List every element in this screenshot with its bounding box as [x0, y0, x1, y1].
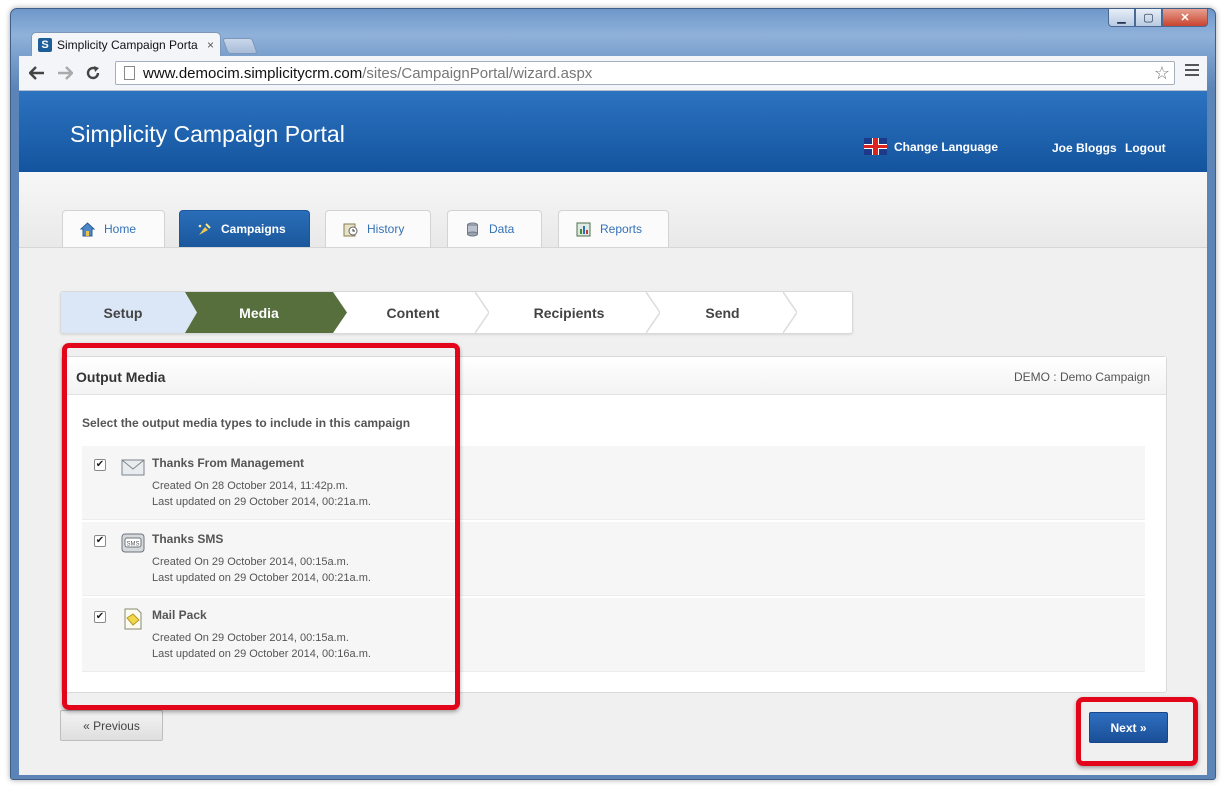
uk-flag-icon: [864, 138, 887, 155]
media-updated: Last updated on 29 October 2014, 00:21a.…: [152, 572, 371, 584]
svg-text:SMS: SMS: [126, 542, 139, 548]
close-window-button[interactable]: ✕: [1162, 9, 1208, 27]
tab-data[interactable]: Data: [447, 210, 542, 247]
browser-menu-icon[interactable]: [1185, 64, 1199, 78]
media-name[interactable]: Mail Pack: [152, 608, 207, 622]
tab-data-label: Data: [489, 222, 515, 236]
tab-reports[interactable]: Reports: [558, 210, 669, 247]
url-path: /sites/CampaignPortal/wizard.aspx: [362, 64, 593, 82]
list-item: ✔ Thanks From Management Created On 28 O…: [82, 446, 1145, 520]
tab-home[interactable]: Home: [62, 210, 165, 247]
change-language-link[interactable]: Change Language: [864, 138, 998, 155]
browser-toolbar: www.democim.simplicitycrm.com/sites/Camp…: [19, 56, 1207, 91]
media-created: Created On 28 October 2014, 11:42p.m.: [152, 480, 349, 492]
user-name-link[interactable]: Joe Bloggs: [1052, 141, 1117, 155]
tab-home-label: Home: [104, 222, 137, 236]
address-bar[interactable]: www.democim.simplicitycrm.com/sites/Camp…: [115, 61, 1175, 85]
page-icon: [124, 66, 135, 80]
maximize-button[interactable]: ▢: [1135, 9, 1162, 27]
browser-tab[interactable]: S Simplicity Campaign Porta ×: [31, 32, 221, 56]
step-media-point: [333, 292, 347, 333]
media-updated: Last updated on 29 October 2014, 00:21a.…: [152, 496, 371, 508]
database-icon: [467, 222, 478, 236]
mail-pack-icon: [124, 608, 142, 630]
wizard-steps: Setup Media Content Recipients Send: [60, 291, 853, 334]
campaign-name: DEMO : Demo Campaign: [1013, 370, 1150, 384]
minimize-button[interactable]: ▁: [1108, 9, 1135, 27]
previous-button[interactable]: « Previous: [60, 710, 163, 741]
reload-icon[interactable]: [81, 62, 105, 84]
list-item: ✔ SMS Thanks SMS Created On 29 October 2…: [82, 522, 1145, 596]
step-media-left-notch: [181, 292, 197, 333]
tab-history-label: History: [367, 222, 405, 236]
media-name[interactable]: Thanks From Management: [152, 456, 304, 470]
media-created: Created On 29 October 2014, 00:15a.m.: [152, 632, 349, 644]
change-language-label: Change Language: [894, 139, 999, 154]
email-icon: [121, 459, 145, 476]
campaigns-icon: [198, 222, 211, 235]
history-icon: [343, 223, 358, 236]
media-checkbox[interactable]: ✔: [94, 611, 106, 623]
instruction-text: Select the output media types to include…: [82, 416, 411, 430]
media-checkbox[interactable]: ✔: [94, 535, 106, 547]
home-icon: [79, 221, 96, 236]
back-arrow-icon[interactable]: [25, 62, 49, 84]
step-send[interactable]: Send: [660, 292, 785, 333]
tab-campaigns[interactable]: Campaigns: [179, 210, 310, 247]
new-tab-button[interactable]: [222, 38, 258, 54]
step-media-label: Media: [239, 304, 279, 321]
media-name[interactable]: Thanks SMS: [152, 532, 223, 546]
panel-title: Output Media: [76, 369, 166, 385]
favicon-icon: S: [38, 37, 52, 52]
media-checkbox[interactable]: ✔: [94, 459, 106, 471]
step-separator-chevron: [783, 292, 797, 333]
sms-icon: SMS: [121, 533, 145, 553]
next-button[interactable]: Next »: [1089, 712, 1168, 743]
window-controls: ▁ ▢ ✕: [1108, 9, 1208, 27]
step-separator-chevron: [646, 292, 660, 333]
forward-arrow-icon[interactable]: [53, 62, 77, 84]
step-content[interactable]: Content: [347, 292, 479, 333]
step-separator-chevron: [475, 292, 489, 333]
tab-history[interactable]: History: [325, 210, 431, 247]
reports-icon: [576, 222, 591, 236]
portal-banner: Simplicity Campaign Portal Change Langua…: [19, 91, 1207, 172]
browser-window: ▁ ▢ ✕ S Simplicity Campaign Porta × www.…: [10, 8, 1216, 780]
browser-tab-title: Simplicity Campaign Porta: [57, 37, 198, 52]
step-media[interactable]: Media: [185, 292, 333, 333]
step-send-label: Send: [705, 304, 740, 321]
tab-close-icon[interactable]: ×: [207, 38, 214, 52]
step-setup[interactable]: Setup: [61, 292, 185, 333]
step-recipients[interactable]: Recipients: [489, 292, 649, 333]
step-recipients-label: Recipients: [533, 304, 605, 321]
logout-link[interactable]: Logout: [1125, 141, 1166, 155]
page-content: Simplicity Campaign Portal Change Langua…: [19, 91, 1207, 775]
panel-header: Output Media DEMO : Demo Campaign: [62, 357, 1166, 395]
output-media-panel: Output Media DEMO : Demo Campaign Select…: [61, 356, 1167, 693]
step-content-label: Content: [386, 304, 440, 321]
portal-title: Simplicity Campaign Portal: [70, 121, 345, 147]
tab-reports-label: Reports: [600, 222, 643, 236]
bookmark-star-icon[interactable]: ☆: [1154, 63, 1170, 84]
media-created: Created On 29 October 2014, 00:15a.m.: [152, 556, 349, 568]
tab-campaigns-label: Campaigns: [221, 222, 286, 236]
url-host: www.democim.simplicitycrm.com: [143, 64, 363, 82]
media-updated: Last updated on 29 October 2014, 00:16a.…: [152, 648, 371, 660]
step-setup-label: Setup: [103, 304, 143, 321]
list-item: ✔ Mail Pack Created On 29 October 2014, …: [82, 598, 1145, 672]
